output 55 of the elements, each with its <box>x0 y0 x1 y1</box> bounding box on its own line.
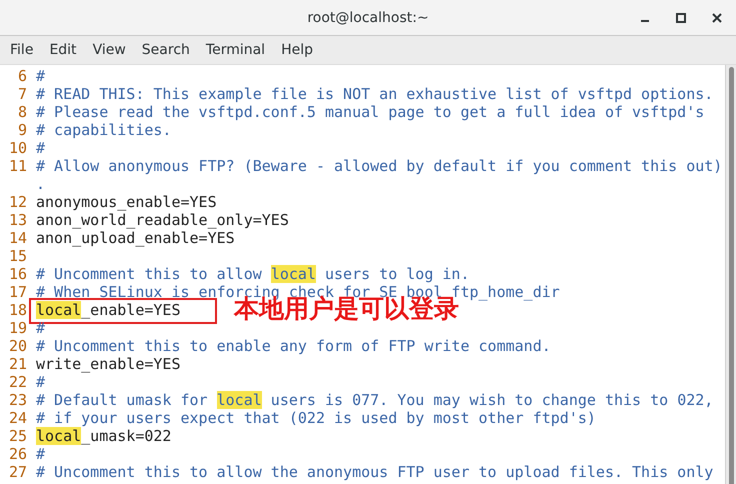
menu-item[interactable]: Terminal <box>198 42 274 58</box>
line-number: 11 <box>8 157 28 175</box>
comment-line: # Uncomment this to enable any form of FTP write command. <box>36 337 551 355</box>
scrollbar-thumb[interactable] <box>728 67 734 484</box>
line-number: 10 <box>8 139 28 157</box>
menu-item[interactable]: Edit <box>41 42 85 58</box>
scrollbar[interactable] <box>725 65 736 484</box>
comment-line: # <box>36 139 46 157</box>
config-line: anonymous_enable=YES <box>36 193 217 211</box>
line-number: 24 <box>8 409 28 427</box>
menu-item[interactable]: Search <box>134 42 198 58</box>
line-number: 8 <box>16 103 28 121</box>
line-number: 27 <box>8 463 28 481</box>
line-number: 25 <box>8 427 28 445</box>
line-number: 19 <box>8 319 28 337</box>
line-number: 6 <box>16 67 28 85</box>
config-line: local_umask=022 <box>36 427 172 445</box>
menu-item[interactable]: File <box>2 42 42 58</box>
comment-line: # <box>36 373 46 391</box>
line-number: 16 <box>8 265 28 283</box>
line-number: 26 <box>8 445 28 463</box>
line-number: 17 <box>8 283 28 301</box>
line-number: 14 <box>8 229 28 247</box>
line-number: 18 <box>8 301 28 319</box>
comment-line: # Uncomment this to allow the anonymous FTP user to upload files. This only <box>36 463 714 481</box>
line-number: 22 <box>8 373 28 391</box>
comment-line: # Allow anonymous FTP? (Beware - allowed by default if you comment this out) <box>36 157 722 175</box>
wrapped-text: . <box>35 175 46 193</box>
line-number: 21 <box>8 355 28 373</box>
close-icon <box>711 12 723 24</box>
comment-line: # <box>36 319 46 337</box>
config-line: local_enable=YES <box>36 301 180 319</box>
comment-line: # Please read the vsftpd.conf.5 manual page to get a full idea of vsftpd's <box>36 103 704 121</box>
minimize-icon <box>641 20 649 22</box>
maximize-icon <box>675 12 687 24</box>
line-number: 23 <box>8 391 28 409</box>
config-line: anon_world_readable_only=YES <box>36 211 289 229</box>
comment-line: # <box>36 445 46 463</box>
comment-line: # Uncomment this to allow local users to log in. <box>36 265 470 283</box>
line-number: 13 <box>8 211 28 229</box>
config-line: anon_upload_enable=YES <box>36 229 235 247</box>
line-number: 7 <box>16 85 28 103</box>
line-number: 20 <box>8 337 28 355</box>
comment-line: # capabilities. <box>36 121 172 139</box>
comment-line: # Default umask for local users is 077. You may wish to change this to 022, <box>36 391 714 409</box>
comment-line: # <box>36 67 46 85</box>
window-title: root@localhost:~ <box>307 10 429 26</box>
comment-line: # if your users expect that (022 is used by most other ftpd's) <box>36 409 596 427</box>
menu-item[interactable]: View <box>84 42 134 58</box>
line-number: 9 <box>16 121 28 139</box>
config-line: write_enable=YES <box>36 355 180 373</box>
line-number: 15 <box>8 247 28 265</box>
menu-item[interactable]: Help <box>273 42 321 58</box>
comment-line: # READ THIS: This example file is NOT an exhaustive list of vsftpd options. <box>36 85 714 103</box>
line-number: 12 <box>8 193 28 211</box>
